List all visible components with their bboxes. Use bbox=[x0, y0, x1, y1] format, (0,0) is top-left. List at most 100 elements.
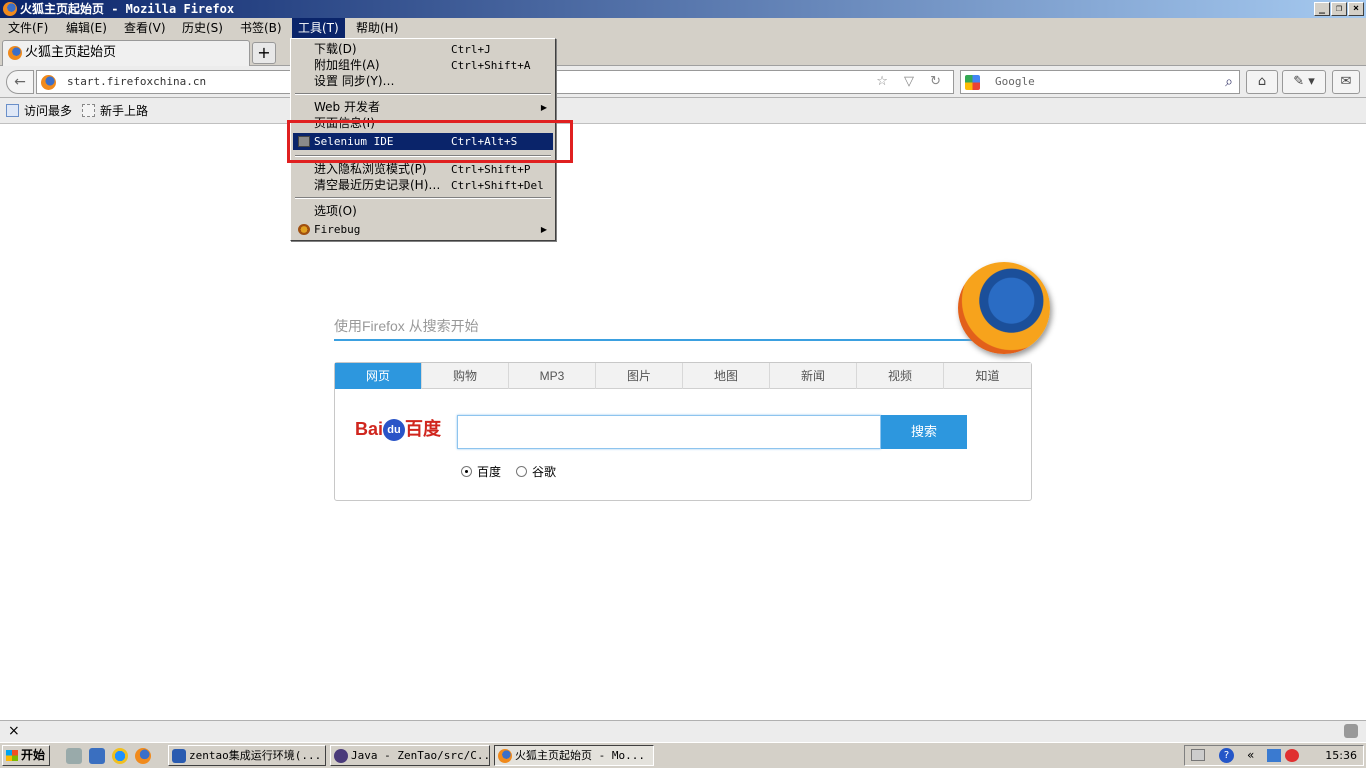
firebug-toolbar-button[interactable]: ✉ bbox=[1332, 70, 1360, 94]
bookmark-star-icon[interactable]: ☆ ▽ ↻ bbox=[876, 71, 947, 93]
taskbar-item-label: Java - ZenTao/src/C... bbox=[351, 749, 490, 762]
url-text[interactable]: start.firefoxchina.cn bbox=[67, 71, 206, 93]
search-icon[interactable]: ⌕ bbox=[1225, 71, 1233, 93]
tab-video[interactable]: 视频 bbox=[857, 363, 944, 389]
site-identity-icon[interactable] bbox=[41, 75, 56, 90]
window-title: 火狐主页起始页 - Mozilla Firefox bbox=[20, 2, 235, 16]
taskbar: 开始 zentao集成运行环境(... Java - ZenTao/src/C.… bbox=[0, 742, 1366, 768]
baidu-paw-icon: du bbox=[383, 419, 406, 442]
menu-bookmarks[interactable]: 书签(B) bbox=[234, 18, 288, 38]
search-panel: 网页 购物 MP3 图片 地图 新闻 视频 知道 Bai du 百度 搜索 百度 谷… bbox=[334, 362, 1032, 501]
engine-radio-google[interactable]: 谷歌 bbox=[516, 464, 556, 480]
search-button[interactable]: 搜索 bbox=[881, 415, 967, 449]
bookmark-label: 新手上路 bbox=[100, 104, 149, 118]
submenu-arrow-icon: ▶ bbox=[540, 225, 547, 234]
tab-firefoxchina[interactable]: 火狐主页起始页 bbox=[2, 40, 250, 66]
taskbar-item-firefox[interactable]: 火狐主页起始页 - Mo... bbox=[494, 745, 654, 766]
menu-item-label: Web 开发者 bbox=[314, 100, 380, 114]
eclipse-icon bbox=[334, 749, 348, 763]
bookmark-getting-started[interactable]: 新手上路 bbox=[82, 103, 148, 119]
menu-tools[interactable]: 工具(T) bbox=[292, 18, 345, 38]
menu-item-options[interactable]: 选项(O) bbox=[293, 203, 553, 220]
quicklaunch-desktop-icon[interactable] bbox=[66, 748, 82, 764]
new-tab-button[interactable]: + bbox=[252, 42, 276, 64]
menu-item-downloads[interactable]: 下载(D) Ctrl+J bbox=[293, 41, 553, 58]
menu-item-shortcut: Ctrl+Shift+A bbox=[451, 59, 531, 72]
radio-unselected-icon[interactable] bbox=[516, 466, 527, 477]
quicklaunch-ie-icon[interactable] bbox=[112, 748, 128, 764]
firefox-logo-icon bbox=[958, 262, 1050, 354]
menu-item-sync[interactable]: 设置 同步(Y)… bbox=[293, 73, 553, 90]
tab-label: 火狐主页起始页 bbox=[25, 45, 117, 60]
radio-selected-icon[interactable] bbox=[461, 466, 472, 477]
tab-shopping[interactable]: 购物 bbox=[422, 363, 509, 389]
menu-separator bbox=[295, 197, 551, 199]
radio-label: 谷歌 bbox=[532, 465, 557, 479]
firefox-icon bbox=[498, 749, 512, 763]
bookmarks-toolbar bbox=[0, 98, 1366, 124]
back-button[interactable]: ← bbox=[6, 70, 34, 94]
menu-edit[interactable]: 编辑(E) bbox=[60, 18, 113, 38]
keyboard-icon[interactable] bbox=[1191, 749, 1205, 761]
slogan-divider bbox=[334, 339, 994, 341]
windows-logo-icon bbox=[6, 750, 18, 761]
bookmark-page-icon bbox=[82, 104, 95, 117]
menu-history[interactable]: 历史(S) bbox=[176, 18, 229, 38]
bookmark-folder-icon bbox=[6, 104, 19, 117]
home-button[interactable]: ⌂ bbox=[1246, 70, 1278, 94]
help-icon[interactable]: ? bbox=[1219, 748, 1234, 763]
minimize-button[interactable]: _ bbox=[1314, 2, 1330, 16]
baidu-logo-right: 百度 bbox=[405, 419, 442, 439]
menu-item-private-browsing[interactable]: 进入隐私浏览模式(P) Ctrl+Shift+P bbox=[293, 161, 553, 178]
tab-web[interactable]: 网页 bbox=[335, 363, 422, 389]
menu-item-label: 下载(D) bbox=[314, 42, 357, 56]
firebug-icon bbox=[298, 224, 310, 235]
tab-maps[interactable]: 地图 bbox=[683, 363, 770, 389]
taskbar-item-eclipse[interactable]: Java - ZenTao/src/C... bbox=[330, 745, 490, 766]
start-button[interactable]: 开始 bbox=[2, 745, 50, 766]
bookmark-label: 访问最多 bbox=[24, 104, 73, 118]
menu-item-label: 选项(O) bbox=[314, 204, 357, 218]
menu-view[interactable]: 查看(V) bbox=[118, 18, 172, 38]
system-tray: ? « 15:36 bbox=[1184, 745, 1364, 766]
search-placeholder[interactable]: Google bbox=[995, 71, 1035, 93]
tray-expand-icon[interactable]: « bbox=[1247, 746, 1254, 765]
window-titlebar: 火狐主页起始页 - Mozilla Firefox _ ❐ × bbox=[0, 0, 1366, 18]
close-window-button[interactable]: × bbox=[1348, 2, 1364, 16]
menu-file[interactable]: 文件(F) bbox=[2, 18, 54, 38]
annotation-highlight-box bbox=[287, 120, 573, 163]
menu-item-addons[interactable]: 附加组件(A) Ctrl+Shift+A bbox=[293, 57, 553, 74]
addon-toolbar-button[interactable]: ✎ ▾ bbox=[1282, 70, 1326, 94]
menu-item-shortcut: Ctrl+J bbox=[451, 43, 491, 56]
menu-item-label: Firebug bbox=[314, 223, 361, 236]
taskbar-item-zentao[interactable]: zentao集成运行环境(... bbox=[168, 745, 326, 766]
tab-images[interactable]: 图片 bbox=[596, 363, 683, 389]
quicklaunch-firefox-icon[interactable] bbox=[135, 748, 151, 764]
search-category-tabs: 网页 购物 MP3 图片 地图 新闻 视频 知道 bbox=[335, 363, 1031, 389]
menu-item-shortcut: Ctrl+Shift+Del bbox=[451, 179, 544, 192]
network-icon[interactable] bbox=[1267, 749, 1281, 762]
bookmark-most-visited[interactable]: 访问最多 bbox=[6, 103, 72, 119]
clock: 15:36 bbox=[1325, 749, 1357, 762]
taskbar-item-label: 火狐主页起始页 - Mo... bbox=[515, 749, 645, 762]
menu-item-firebug[interactable]: Firebug ▶ bbox=[293, 221, 553, 238]
close-icon[interactable]: × bbox=[8, 723, 20, 739]
tab-news[interactable]: 新闻 bbox=[770, 363, 857, 389]
security-alert-icon[interactable] bbox=[1285, 749, 1299, 762]
menu-item-web-developer[interactable]: Web 开发者 ▶ bbox=[293, 99, 553, 116]
restore-button[interactable]: ❐ bbox=[1331, 2, 1347, 16]
baidu-logo: Bai du 百度 bbox=[355, 415, 442, 442]
google-icon[interactable] bbox=[965, 75, 980, 90]
search-input[interactable] bbox=[457, 415, 881, 449]
tab-zhidao[interactable]: 知道 bbox=[944, 363, 1031, 389]
menu-item-label: 附加组件(A) bbox=[314, 58, 380, 72]
menu-help[interactable]: 帮助(H) bbox=[350, 18, 404, 38]
menu-item-clear-history[interactable]: 清空最近历史记录(H)… Ctrl+Shift+Del bbox=[293, 177, 553, 194]
status-addon-icon[interactable] bbox=[1344, 724, 1358, 738]
quicklaunch-monitor-icon[interactable] bbox=[89, 748, 105, 764]
engine-radio-baidu[interactable]: 百度 bbox=[461, 464, 501, 480]
menu-item-label: 清空最近历史记录(H)… bbox=[314, 178, 441, 192]
tab-mp3[interactable]: MP3 bbox=[509, 363, 596, 389]
menu-item-label: 设置 同步(Y)… bbox=[314, 74, 395, 88]
search-bar[interactable]: Google ⌕ bbox=[960, 70, 1240, 94]
